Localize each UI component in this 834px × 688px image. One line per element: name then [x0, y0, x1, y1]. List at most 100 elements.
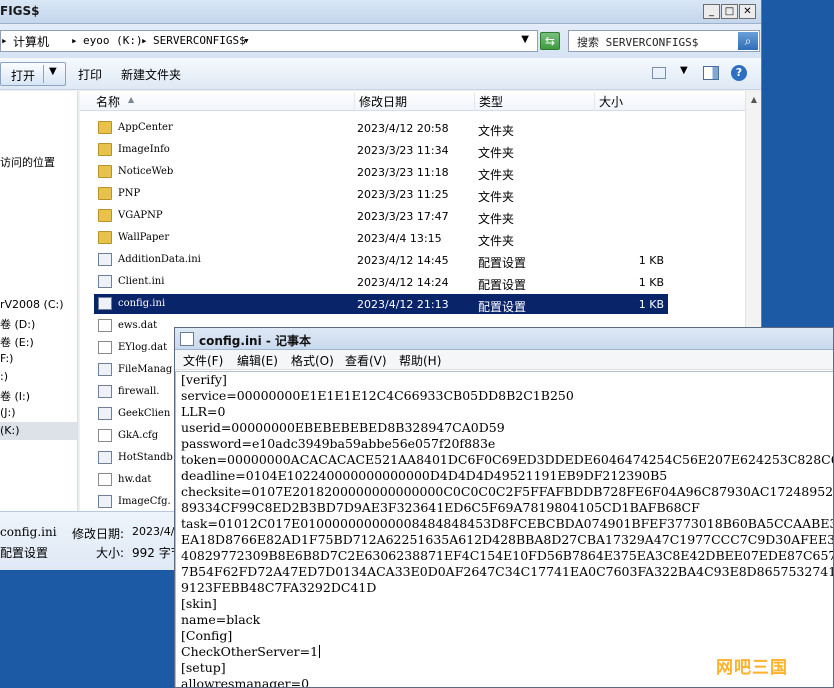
file-row[interactable]: PNP 2023/3/23 11:25 文件夹 [94, 184, 668, 204]
watermark-logo: 网吧三国 [716, 658, 788, 678]
text-line: [setup] [181, 660, 226, 675]
file-name: VGAPNP [118, 210, 163, 221]
help-icon[interactable]: ? [731, 65, 747, 81]
view-options-icon[interactable] [652, 67, 666, 79]
folder-icon [98, 143, 112, 156]
config-file-icon [98, 297, 112, 310]
folder-icon [98, 121, 112, 134]
text-line: userid=00000000EBEBEBEBED8B328947CA0D59 [181, 420, 505, 435]
file-type: 文件夹 [478, 124, 515, 138]
file-name: AdditionData.ini [118, 254, 201, 265]
folder-icon [98, 231, 112, 244]
column-type[interactable]: 类型 [474, 93, 594, 109]
notepad-title: config.ini - 记事本 [199, 334, 312, 348]
address-segment-drive[interactable]: eyoo (K:) [83, 34, 143, 47]
nav-drive[interactable]: 卷 (E:) [0, 334, 34, 350]
explorer-title-bar: FIGS$ _ □ ✕ [0, 0, 761, 24]
file-row[interactable]: config.ini 2023/4/12 21:13 配置设置 1 KB [94, 294, 668, 314]
config-file-icon [98, 495, 112, 508]
text-line: 9123FEBB48C7FA3292DC41D [181, 580, 377, 595]
details-filename: config.ini [0, 525, 57, 539]
file-row[interactable]: ImageInfo 2023/3/23 11:34 文件夹 [94, 140, 668, 160]
open-button[interactable]: 打开 ▼ [0, 62, 66, 86]
address-segment-folder[interactable]: SERVERCONFIGS$ [153, 34, 246, 47]
file-row[interactable]: VGAPNP 2023/3/23 17:47 文件夹 [94, 206, 668, 226]
address-row: ▸ 计算机 ▸ eyoo (K:) ▸ SERVERCONFIGS$ ▾ ▼ ⇆… [0, 24, 761, 58]
text-line: name=black [181, 612, 261, 627]
file-icon [98, 429, 112, 442]
file-row[interactable]: NoticeWeb 2023/3/23 11:18 文件夹 [94, 162, 668, 182]
address-segment-computer[interactable]: 计算机 [13, 33, 49, 50]
menu-file[interactable]: 文件(F) [183, 352, 223, 369]
details-modified-label: 修改日期: [72, 527, 125, 541]
file-row[interactable]: AdditionData.ini 2023/4/12 14:45 配置设置 1 KB [94, 250, 668, 270]
file-name: GkA.cfg [118, 430, 159, 441]
notepad-icon [180, 332, 194, 346]
nav-drive[interactable]: 卷 (D:) [0, 316, 35, 332]
address-dropdown-icon[interactable]: ▼ [521, 34, 529, 45]
chevron-down-icon[interactable]: ▼ [680, 65, 688, 76]
nav-drive-selected[interactable]: (K:) [0, 422, 77, 440]
nav-drive[interactable]: 卷 (I:) [0, 388, 30, 404]
file-row[interactable]: Client.ini 2023/4/12 14:24 配置设置 1 KB [94, 272, 668, 292]
file-date: 2023/3/23 11:18 [357, 166, 449, 179]
open-label: 打开 [11, 69, 36, 83]
menu-format[interactable]: 格式(O) [291, 352, 334, 369]
config-file-icon [98, 253, 112, 266]
navigation-pane: 访问的位置 rV2008 (C:) 卷 (D:) 卷 (E:) F:) :) 卷… [0, 91, 78, 511]
text-line: EA18D8766E82AD1F75BD712A62251635A612D428… [181, 532, 834, 547]
text-line: 7B54F62FD72A47ED7D0134ACA33E0D0AF2647C34… [181, 564, 834, 579]
column-size[interactable]: 大小 [594, 93, 744, 109]
file-name: ImageInfo [118, 144, 170, 155]
file-type: 配置设置 [478, 278, 527, 292]
menu-edit[interactable]: 编辑(E) [237, 352, 278, 369]
refresh-icon[interactable]: ⇆ [540, 32, 560, 50]
chevron-down-icon[interactable]: ▼ [49, 66, 57, 77]
column-date[interactable]: 修改日期 [354, 93, 474, 109]
nav-drive[interactable]: rV2008 (C:) [0, 298, 64, 311]
text-line: password=e10adc3949ba59abbe56e057f20f883… [181, 436, 496, 451]
column-header: 名称 ▲ 修改日期 类型 大小 [80, 91, 761, 111]
menu-help[interactable]: 帮助(H) [399, 352, 441, 369]
nav-drive[interactable]: F:) [0, 352, 13, 365]
file-date: 2023/3/23 11:25 [357, 188, 449, 201]
config-file-icon [98, 363, 112, 376]
scroll-up-icon[interactable]: ▲ [746, 91, 761, 108]
text-line: 40829772309B8E6B8D7C2E6306238871EF4C154E… [181, 548, 834, 563]
search-icon[interactable]: ⌕ [738, 32, 758, 50]
menu-view[interactable]: 查看(V) [345, 352, 387, 369]
file-type: 文件夹 [478, 146, 515, 160]
search-placeholder: 搜索 SERVERCONFIGS$ [577, 36, 699, 49]
file-date: 2023/4/12 14:45 [357, 254, 449, 267]
text-line: service=00000000E1E1E1E12C4C66933CB05DD8… [181, 388, 574, 403]
file-name: FileManag [118, 364, 173, 375]
close-button[interactable]: ✕ [739, 4, 756, 19]
nav-drive[interactable]: (J:) [0, 406, 16, 419]
new-folder-button[interactable]: 新建文件夹 [121, 66, 181, 83]
text-line: CheckOtherServer=1 [181, 644, 321, 659]
file-type: 文件夹 [478, 234, 515, 248]
file-size: 1 KB [638, 254, 664, 267]
notepad-text-area[interactable]: [verify] service=00000000E1E1E1E12C4C6693… [175, 371, 834, 687]
file-type: 文件夹 [478, 190, 515, 204]
print-button[interactable]: 打印 [78, 66, 102, 83]
details-type: 配置设置 [0, 546, 49, 560]
preview-pane-icon[interactable] [703, 66, 719, 80]
nav-recent-places[interactable]: 访问的位置 [0, 154, 55, 170]
file-row[interactable]: WallPaper 2023/4/4 13:15 文件夹 [94, 228, 668, 248]
minimize-button[interactable]: _ [703, 4, 720, 19]
folder-icon [98, 165, 112, 178]
file-name: WallPaper [118, 232, 170, 243]
nav-drive[interactable]: :) [0, 370, 8, 383]
maximize-button[interactable]: □ [721, 4, 738, 19]
text-line: [verify] [181, 372, 227, 387]
folder-icon [98, 187, 112, 200]
file-row[interactable]: AppCenter 2023/4/12 20:58 文件夹 [94, 118, 668, 138]
file-date: 2023/4/12 21:13 [357, 298, 449, 311]
window-controls: _ □ ✕ [703, 4, 756, 19]
file-name: NoticeWeb [118, 166, 174, 177]
folder-icon [98, 209, 112, 222]
address-bar[interactable]: ▸ 计算机 ▸ eyoo (K:) ▸ SERVERCONFIGS$ ▾ ▼ [0, 30, 538, 52]
text-line: LLR=0 [181, 404, 226, 419]
search-input[interactable]: 搜索 SERVERCONFIGS$ ⌕ [568, 30, 760, 52]
